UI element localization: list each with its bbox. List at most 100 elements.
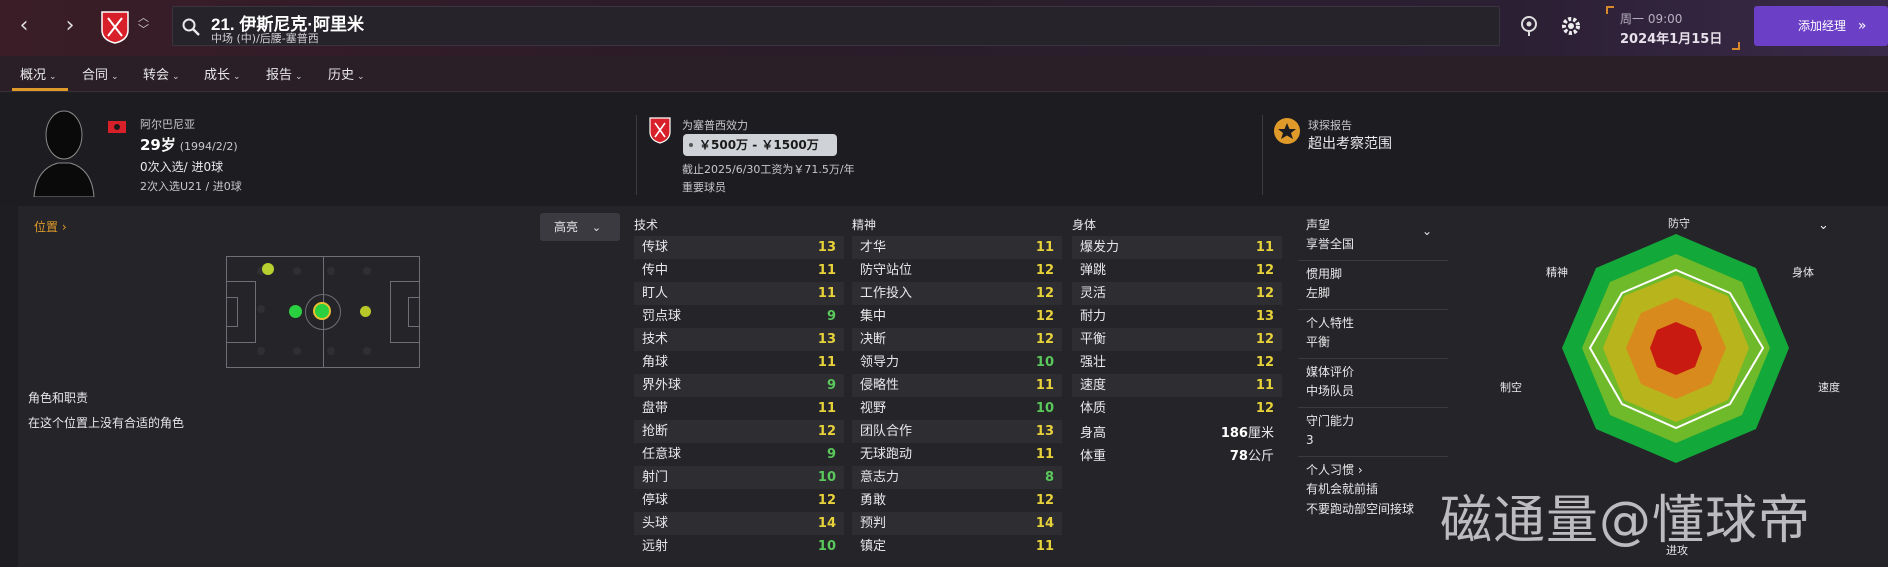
attribute-row[interactable]: 传球 13 [634,236,844,259]
attribute-row[interactable]: 镇定 11 [852,535,1062,558]
player-switcher-icon[interactable]: ︿ ﹀ [138,12,149,36]
forward-arrow-icon[interactable]: › [56,10,84,42]
attribute-row[interactable]: 意志力 8 [852,466,1062,489]
attribute-row[interactable]: 射门 10 [634,466,844,489]
attribute-row[interactable]: 领导力 10 [852,351,1062,374]
position-dot-amc[interactable] [360,306,371,317]
attribute-value: 11 [817,401,836,416]
search-icon[interactable] [181,17,201,37]
add-manager-button[interactable]: 添加经理 » [1754,6,1888,46]
attribute-row[interactable]: 强壮 12 [1072,351,1282,374]
attribute-row[interactable]: 侵略性 11 [852,374,1062,397]
technical-title: 技术 [634,218,659,232]
weight-value: 78 [1229,449,1248,464]
club-crest-icon[interactable] [648,116,672,144]
positions-link[interactable]: 位置 › [34,218,67,235]
physical-attributes: 爆发力 11 弹跳 12 灵活 12 耐力 13 平衡 12 强壮 12 速度 11 体质 12 [1072,236,1282,420]
club-crest-icon[interactable] [100,10,130,44]
position-dot-dml[interactable] [262,263,274,275]
radar-label-mental: 精神 [1546,266,1568,279]
attribute-row[interactable]: 弹跳 12 [1072,259,1282,282]
roles-value: 在这个位置上没有合适的角色 [28,416,185,430]
attribute-row[interactable]: 团队合作 13 [852,420,1062,443]
tab-history[interactable]: 历史 ⌄ [328,64,365,83]
personality-label: 个人特性 [1306,316,1355,330]
attribute-row[interactable]: 传中 11 [634,259,844,282]
attribute-row[interactable]: 才华 11 [852,236,1062,259]
attribute-row[interactable]: 工作投入 12 [852,282,1062,305]
attribute-row[interactable]: 抢断 12 [634,420,844,443]
attribute-name: 抢断 [642,424,669,439]
attribute-value: 8 [1044,470,1054,485]
attribute-value: 11 [1255,378,1274,393]
player-header [0,93,1888,206]
height-label: 身高 [1080,426,1107,441]
technical-attributes: 传球 13 传中 11 盯人 11 罚点球 9 技术 13 角球 11 界外球 9 盘带 11 抢断 12 任意球 9… [634,236,844,558]
position-slot [363,267,371,275]
position-pitch [226,256,420,368]
chevron-down-icon[interactable]: ⌄ [1818,218,1829,233]
player-traits-label-text: 个人习惯 [1306,463,1355,477]
highlight-label: 高亮 [554,220,579,234]
football-icon[interactable] [1517,14,1541,38]
attribute-name: 预判 [860,516,887,531]
game-date[interactable]: 周一 09:00 2024年1月15日 [1606,6,1740,50]
attribute-row[interactable]: 无球跑动 11 [852,443,1062,466]
player-search-bar[interactable]: 21. 伊斯尼克·阿里米 中场 (中)/后腰-塞普西 [172,6,1500,46]
tab-development[interactable]: 成长 ⌄ [204,64,241,83]
player-traits-label[interactable]: 个人习惯 › [1306,461,1448,479]
caps: 0次入选/ 进0球 [140,160,224,174]
position-dot-mc[interactable] [313,302,331,320]
plays-for[interactable]: 为塞普西效力 [682,117,748,133]
player-traits-block[interactable]: 个人习惯 › 有机会就前插 不要跑动部空间接球 [1298,457,1448,525]
albania-flag-icon [108,121,126,133]
tab-transfer[interactable]: 转会 ⌄ [143,64,180,83]
attribute-row[interactable]: 防守站位 12 [852,259,1062,282]
attribute-value: 10 [1035,401,1054,416]
attribute-row[interactable]: 远射 10 [634,535,844,558]
attribute-row[interactable]: 任意球 9 [634,443,844,466]
attribute-row[interactable]: 盘带 11 [634,397,844,420]
attribute-value: 12 [1035,493,1054,508]
attribute-row[interactable]: 勇敢 12 [852,489,1062,512]
attribute-row[interactable]: 视野 10 [852,397,1062,420]
attribute-value: 13 [1035,424,1054,439]
tab-overview[interactable]: 概况 ⌄ [20,64,57,83]
attribute-row[interactable]: 体质 12 [1072,397,1282,420]
attribute-row[interactable]: 灵活 12 [1072,282,1282,305]
attribute-row[interactable]: 预判 14 [852,512,1062,535]
tab-contract[interactable]: 合同 ⌄ [82,64,119,83]
attribute-value: 12 [1255,332,1274,347]
attribute-row[interactable]: 技术 13 [634,328,844,351]
divider [636,115,637,195]
divider [1262,115,1263,195]
attribute-row[interactable]: 界外球 9 [634,374,844,397]
attribute-value: 12 [1255,263,1274,278]
position-dot-dm[interactable] [289,305,302,318]
attribute-value: 11 [1035,539,1054,554]
attribute-row[interactable]: 停球 12 [634,489,844,512]
tab-reports[interactable]: 报告 ⌄ [266,64,303,83]
gear-icon[interactable] [1559,14,1583,38]
highlight-dropdown[interactable]: 高亮 ⌄ [540,213,620,241]
attribute-row[interactable]: 罚点球 9 [634,305,844,328]
attribute-row[interactable]: 角球 11 [634,351,844,374]
value-dot-icon [689,143,693,147]
attribute-row[interactable]: 耐力 13 [1072,305,1282,328]
attribute-row[interactable]: 集中 12 [852,305,1062,328]
position-slot [327,347,335,355]
scout-report-title[interactable]: 球探报告 [1308,117,1352,133]
attribute-row[interactable]: 爆发力 11 [1072,236,1282,259]
radar-label-speed: 速度 [1818,381,1840,394]
attribute-row[interactable]: 速度 11 [1072,374,1282,397]
chevron-down-icon[interactable]: ⌄ [1422,224,1432,238]
attribute-row[interactable]: 平衡 12 [1072,328,1282,351]
transfer-value-pill[interactable]: ￥500万 - ￥1500万 [683,134,837,156]
attribute-row[interactable]: 盯人 11 [634,282,844,305]
tab-label: 历史 [328,68,355,83]
attribute-row[interactable]: 头球 14 [634,512,844,535]
nationality[interactable]: 阿尔巴尼亚 [140,116,195,132]
attribute-row[interactable]: 决断 12 [852,328,1062,351]
attribute-value: 11 [1035,378,1054,393]
back-arrow-icon[interactable]: ‹ [10,10,38,42]
